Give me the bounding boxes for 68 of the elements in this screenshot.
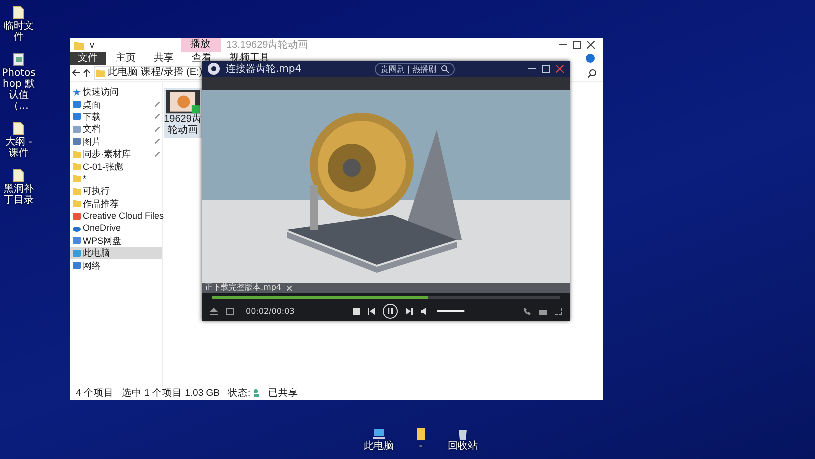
stop-icon[interactable]	[353, 308, 360, 314]
desktop-icon-label[interactable]: 此电脑	[364, 441, 394, 452]
nav-item[interactable]: OneDrive	[70, 222, 162, 235]
eject-icon[interactable]	[210, 308, 218, 314]
close-icon[interactable]	[587, 41, 595, 49]
ribbon-tab[interactable]: 文件	[70, 52, 106, 65]
status-text: 选中 1 个项目 1.03 GB	[122, 386, 220, 400]
desktop-icon-label[interactable]: Photoshop 默认值（...	[0, 68, 38, 112]
status-text: 4 个项目	[76, 386, 114, 400]
video-thumbnail-icon	[166, 90, 200, 114]
cloud-icon	[73, 224, 81, 232]
fullscreen-icon[interactable]	[555, 308, 562, 314]
folder-icon	[74, 40, 84, 50]
nav-item[interactable]: 可执行	[70, 185, 162, 198]
status-text: 已共享	[268, 386, 299, 400]
nav-item[interactable]: 下载	[70, 110, 162, 124]
next-icon[interactable]	[406, 308, 414, 314]
notification-text: 正下载完整版本.mp4	[205, 283, 282, 293]
breadcrumb-item[interactable]: 此电脑	[108, 67, 138, 79]
nav-item[interactable]: 文档	[70, 123, 162, 136]
nav-item[interactable]: C-01-张彪	[70, 160, 162, 173]
file-item[interactable]: 19629齿轮动画	[164, 88, 202, 138]
desktop-icon-label[interactable]: 回收站	[448, 441, 478, 452]
nav-item[interactable]: Creative Cloud Files	[70, 210, 162, 222]
repeat-icon[interactable]	[226, 308, 234, 314]
nav-item[interactable]: 作品推荐	[70, 198, 162, 210]
ribbon-tab[interactable]: 主页	[108, 52, 144, 65]
pause-icon[interactable]	[383, 304, 398, 318]
previous-icon[interactable]	[368, 308, 376, 314]
player-logo-icon[interactable]	[208, 63, 220, 75]
ribbon-tab[interactable]: 共享	[146, 52, 182, 65]
star-icon	[73, 88, 81, 96]
back-arrow-icon[interactable]	[72, 69, 80, 77]
nav-item[interactable]: 快速访问	[70, 86, 162, 98]
recycle-bin-icon[interactable]	[457, 428, 469, 440]
up-arrow-icon[interactable]	[83, 69, 91, 77]
nav-item[interactable]: 此电脑	[70, 247, 162, 260]
video-title: 连接器齿轮.mp4	[226, 62, 302, 76]
folder-icon[interactable]	[415, 428, 427, 440]
shared-users-icon	[252, 389, 261, 397]
status-text: 状态:	[228, 386, 251, 400]
playback-time: 00:02/00:03	[246, 306, 295, 316]
nav-item[interactable]: 图片	[70, 136, 162, 148]
document-icon[interactable]	[13, 6, 25, 20]
desktop-icon-label[interactable]: 临时文件	[0, 21, 38, 43]
desktop-icon-label[interactable]: 黑洞补丁目录	[0, 184, 38, 206]
breadcrumb-item[interactable]: 课程/录播 (E:)	[141, 67, 203, 79]
desktop-icon-label[interactable]: -	[419, 441, 423, 452]
computer-icon[interactable]	[373, 428, 385, 440]
search-field[interactable]: 贵圈剧 | 热播剧	[374, 62, 455, 76]
desktop-icon-label[interactable]: 大纲 - 课件	[0, 137, 38, 159]
folder-icon	[96, 69, 105, 77]
maximize-icon[interactable]	[573, 41, 581, 49]
context-tab[interactable]: 播放	[180, 38, 220, 52]
nav-item[interactable]: 网络	[70, 259, 162, 272]
nav-item[interactable]: 桌面	[70, 98, 162, 111]
document-icon[interactable]	[13, 169, 25, 183]
search-icon[interactable]	[588, 68, 597, 78]
window-title: 13.19629齿轮动画	[226, 38, 308, 52]
nav-item[interactable]: *	[70, 172, 162, 186]
quick-access-label: v	[90, 40, 94, 50]
address-bar[interactable]: 此电脑 课程/录播 (E:)	[94, 66, 205, 80]
progress-bar[interactable]	[212, 296, 428, 298]
phone-icon[interactable]	[524, 308, 531, 314]
nav-item[interactable]: WPS网盘	[70, 234, 162, 248]
document-icon[interactable]	[13, 122, 25, 136]
nav-item[interactable]: 同步·素材库	[70, 148, 162, 160]
image-file-icon[interactable]	[13, 53, 25, 67]
